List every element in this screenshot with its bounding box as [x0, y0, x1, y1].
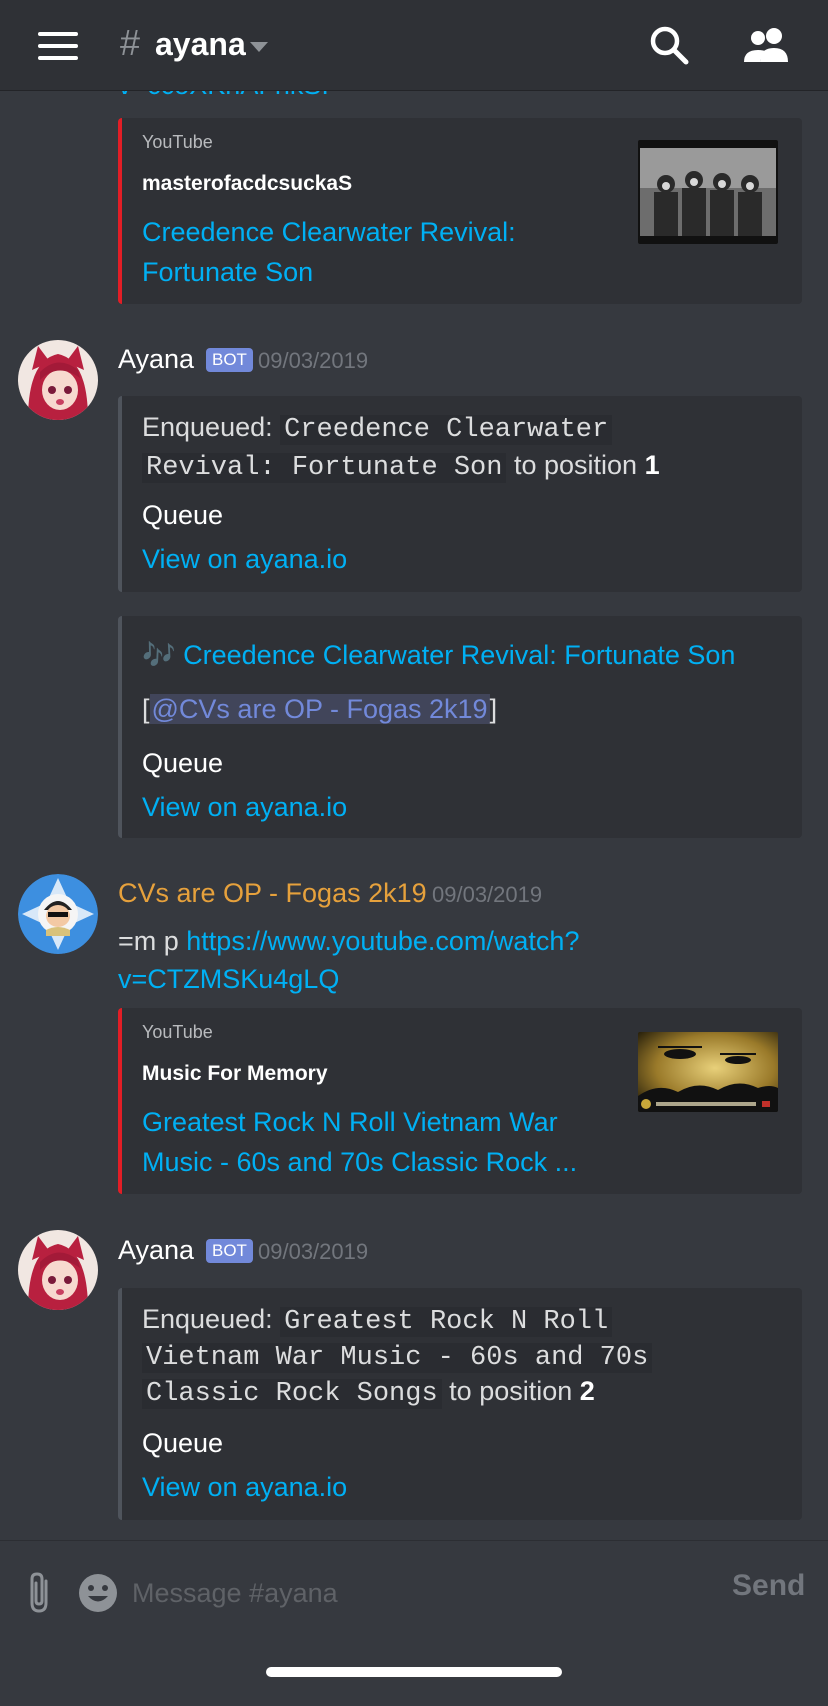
members-icon[interactable] — [740, 24, 792, 68]
enqueued-line2: Vietnam War Music - 60s and 70s — [142, 1336, 653, 1377]
search-icon[interactable] — [648, 24, 692, 68]
attach-icon[interactable] — [22, 1571, 56, 1615]
bot-tag: BOT — [206, 348, 253, 372]
youtube-link-cont[interactable]: v=CTZMSKu4gLQ — [118, 960, 339, 998]
video-thumbnail[interactable] — [638, 140, 778, 244]
bot-tag: BOT — [206, 1239, 253, 1263]
channel-name[interactable]: ayana — [155, 26, 246, 63]
embed-provider: YouTube — [142, 1022, 213, 1042]
embed-title-line1[interactable]: Greatest Rock N Roll Vietnam War — [142, 1102, 558, 1142]
message-input-bar: Send — [0, 1540, 828, 1706]
enqueued-label: Enqueued: — [142, 412, 273, 442]
command-text: =m p — [118, 926, 187, 956]
now-playing-song-link[interactable]: Creedence Clearwater Revival: Fortunate … — [183, 640, 735, 670]
embed-title-line2[interactable]: Fortunate Son — [142, 252, 313, 292]
enqueued-track-code1: Greatest Rock N Roll — [280, 1307, 613, 1337]
embed-author[interactable]: Music For Memory — [142, 1062, 328, 1086]
enqueued-line2: Revival: Fortunate Son to position 1 — [142, 446, 660, 487]
chevron-down-icon[interactable] — [250, 42, 268, 52]
message-content-line1: =m p https://www.youtube.com/watch? — [118, 922, 579, 960]
bot-embed-enqueued: Enqueued: Greatest Rock N Roll Vietnam W… — [118, 1288, 802, 1520]
youtube-embed: YouTube Music For Memory Greatest Rock N… — [118, 1008, 802, 1194]
message-input[interactable] — [130, 1567, 714, 1619]
queue-field-name: Queue — [142, 1428, 224, 1458]
home-indicator[interactable] — [266, 1667, 562, 1677]
username-ayana[interactable]: Ayana — [118, 1235, 194, 1266]
enqueued-track-code2: Vietnam War Music - 60s and 70s — [142, 1343, 653, 1373]
view-on-ayana-link[interactable]: View on ayana.io — [142, 788, 347, 826]
bracket-open: [ — [142, 694, 150, 724]
embed-author[interactable]: masterofacdcsuckaS — [142, 172, 352, 196]
enqueued-track-code3: Classic Rock Songs — [142, 1379, 442, 1409]
to-position-label: to position — [449, 1376, 573, 1406]
youtube-embed: YouTube masterofacdcsuckaS Creedence Cle… — [118, 118, 802, 304]
music-notes-icon: 🎶 — [142, 640, 176, 670]
queue-field-name: Queue — [142, 500, 224, 530]
embed-title-line2[interactable]: Music - 60s and 70s Classic Rock ... — [142, 1142, 577, 1182]
enqueued-line1: Enqueued: Greatest Rock N Roll — [142, 1300, 613, 1341]
user-mention[interactable]: @CVs are OP - Fogas 2k19 — [149, 694, 490, 724]
now-playing-line: 🎶 Creedence Clearwater Revival: Fortunat… — [142, 636, 735, 674]
bracket-close: ] — [489, 694, 498, 724]
send-button[interactable]: Send — [732, 1569, 805, 1603]
channel-header: # ayana — [0, 0, 828, 91]
requester-line: [@CVs are OP - Fogas 2k19] — [142, 690, 497, 728]
enqueued-track-code1: Creedence Clearwater — [280, 415, 613, 445]
view-on-ayana-link[interactable]: View on ayana.io — [142, 1468, 347, 1506]
enqueued-label: Enqueued: — [142, 1304, 273, 1334]
enqueued-line3: Classic Rock Songs to position 2 — [142, 1372, 595, 1413]
message-timestamp: 09/03/2019 — [432, 882, 543, 907]
emoji-icon[interactable] — [78, 1573, 118, 1613]
chat-messages: v=ccoXKnAFnkSI YouTube masterofacdcsucka… — [0, 0, 828, 1540]
channel-hash-icon: # — [120, 22, 141, 63]
youtube-link[interactable]: https://www.youtube.com/watch? — [186, 926, 579, 956]
video-thumbnail[interactable] — [638, 1032, 778, 1112]
avatar-ayana[interactable] — [18, 1230, 98, 1310]
embed-title-line1[interactable]: Creedence Clearwater Revival: — [142, 212, 516, 252]
avatar-cvs-are-op[interactable] — [18, 874, 98, 954]
queue-field-name: Queue — [142, 748, 224, 778]
enqueued-track-code2: Revival: Fortunate Son — [142, 453, 507, 483]
message-timestamp: 09/03/2019 — [258, 348, 369, 373]
message-timestamp: 09/03/2019 — [258, 1239, 369, 1264]
to-position-label: to position — [513, 450, 638, 480]
bot-embed-enqueued: Enqueued: Creedence Clearwater Revival: … — [118, 396, 802, 592]
queue-position: 1 — [644, 450, 660, 480]
view-on-ayana-link[interactable]: View on ayana.io — [142, 540, 347, 578]
username-ayana[interactable]: Ayana — [118, 344, 194, 375]
username-cvs-are-op[interactable]: CVs are OP - Fogas 2k19 — [118, 878, 427, 909]
embed-provider: YouTube — [142, 132, 213, 152]
enqueued-line1: Enqueued: Creedence Clearwater — [142, 408, 613, 449]
hamburger-icon[interactable] — [38, 32, 78, 60]
bot-embed-now-playing: 🎶 Creedence Clearwater Revival: Fortunat… — [118, 616, 802, 838]
queue-position: 2 — [579, 1376, 595, 1406]
avatar-ayana[interactable] — [18, 340, 98, 420]
